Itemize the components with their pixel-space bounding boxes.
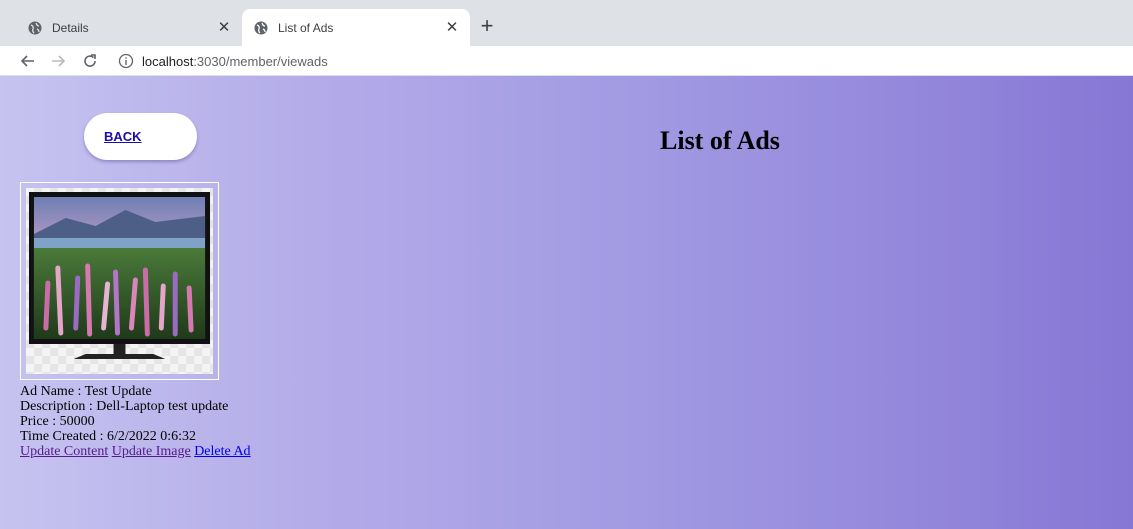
ad-time-created: Time Created : 6/2/2022 0:6:32: [20, 429, 197, 444]
update-image-link[interactable]: Update Image: [112, 444, 191, 459]
url-path: :3030/member/viewads: [193, 53, 328, 69]
url-host: localhost: [142, 53, 194, 69]
page-body: BACK List of Ads Ad Name: Test Update D…: [0, 76, 1133, 529]
tab-title: List of Ads: [278, 20, 334, 35]
back-button[interactable]: BACK: [84, 113, 197, 160]
tab-list-of-ads[interactable]: List of Ads ✕: [242, 9, 470, 46]
close-icon[interactable]: ✕: [216, 19, 232, 36]
ad-description: Description : Dell-Laptop test update: [20, 399, 229, 414]
globe-icon: [28, 21, 42, 35]
ad-name: Ad Name : Test Update: [20, 384, 152, 399]
new-tab-button[interactable]: +: [474, 14, 500, 40]
back-arrow-icon[interactable]: [16, 49, 40, 73]
back-link[interactable]: BACK: [104, 129, 142, 144]
page-title: List of Ads: [660, 126, 780, 155]
ad-list-item: Ad Name : Test Update Description : Dell…: [20, 384, 251, 459]
delete-ad-link[interactable]: Delete Ad: [194, 444, 250, 459]
ad-actions: Update Content Update Image Delete Ad: [20, 444, 251, 459]
tab-title: Details: [52, 20, 89, 35]
ad-price: Price : 50000: [20, 414, 95, 429]
globe-icon: [254, 21, 268, 35]
address-bar[interactable]: localhost:3030/member/viewads: [110, 48, 1133, 74]
browser-toolbar: localhost:3030/member/viewads: [0, 46, 1133, 76]
tab-strip: Details ✕ List of Ads ✕ +: [0, 0, 1133, 46]
reload-icon[interactable]: [78, 49, 102, 73]
tv-image: [26, 188, 213, 374]
tab-details[interactable]: Details ✕: [18, 9, 242, 46]
ad-image-frame: [20, 182, 219, 380]
update-content-link[interactable]: Update Content: [20, 444, 108, 459]
close-icon[interactable]: ✕: [444, 19, 460, 36]
info-icon[interactable]: [118, 53, 134, 69]
forward-arrow-icon[interactable]: [46, 49, 70, 73]
